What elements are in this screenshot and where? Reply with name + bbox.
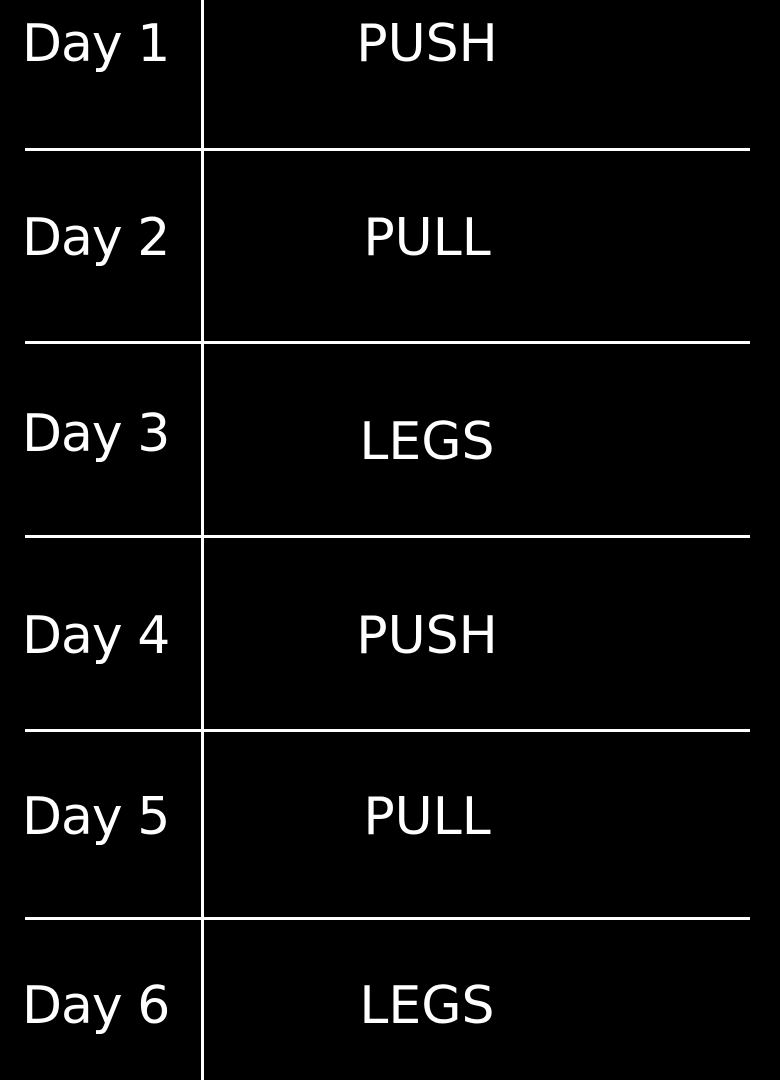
day-label: Day 3 [22, 404, 170, 464]
day-label: Day 1 [22, 14, 170, 74]
workout-label: PULL [363, 208, 491, 268]
day-label: Day 5 [22, 787, 170, 847]
workout-label: LEGS [359, 412, 495, 472]
row-divider [25, 917, 750, 920]
row-divider [25, 535, 750, 538]
workout-schedule-table: Day 1 PUSH Day 2 PULL Day 3 LEGS Day 4 P… [0, 0, 780, 1080]
row-divider [25, 729, 750, 732]
workout-label: LEGS [359, 976, 495, 1036]
day-label: Day 2 [22, 208, 170, 268]
workout-label: PULL [363, 787, 491, 847]
day-label: Day 6 [22, 976, 170, 1036]
row-divider [25, 341, 750, 344]
row-divider [25, 148, 750, 151]
day-label: Day 4 [22, 606, 170, 666]
workout-label: PUSH [356, 14, 498, 74]
workout-label: PUSH [356, 606, 498, 666]
